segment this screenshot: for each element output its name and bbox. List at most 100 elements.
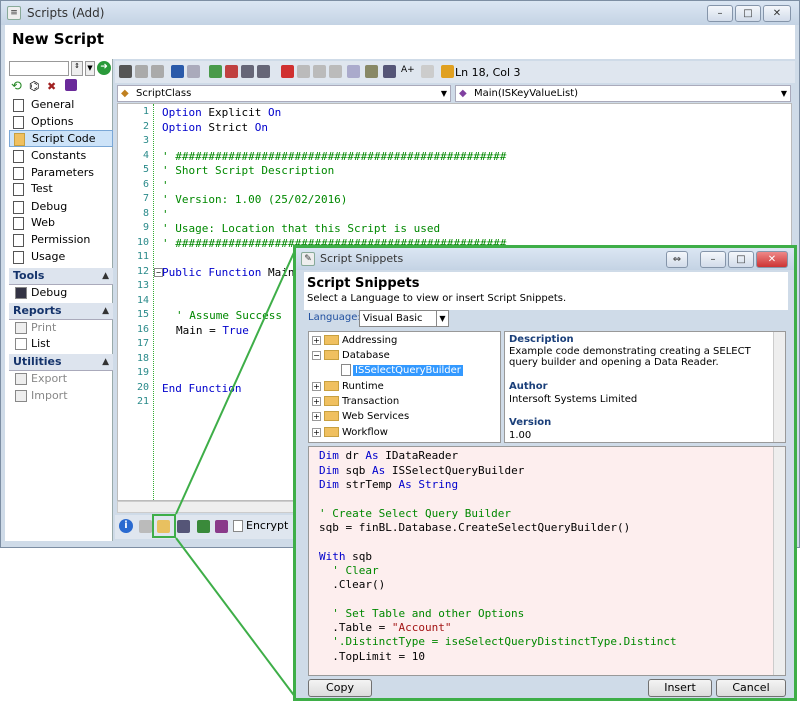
description-header: Description xyxy=(509,334,574,345)
nav-script-code[interactable]: Script Code xyxy=(9,130,113,147)
snippet-code-preview[interactable]: Dim dr As IDataReader Dim sqb As ISSelec… xyxy=(308,446,786,676)
import-code-icon[interactable] xyxy=(197,520,210,533)
encrypt-button[interactable]: Encrypt xyxy=(233,519,288,532)
author-text: Intersoft Systems Limited xyxy=(509,394,638,405)
line-number: 6 xyxy=(142,179,149,190)
utilities-import[interactable]: Import xyxy=(9,388,113,405)
properties-icon[interactable] xyxy=(347,65,360,78)
nav-permission[interactable]: Permission xyxy=(9,232,113,249)
nav-web[interactable]: Web xyxy=(9,215,113,232)
copy-button[interactable]: Copy xyxy=(308,679,372,697)
collapse-icon[interactable]: ▲ xyxy=(102,303,109,319)
reports-header[interactable]: Reports ▲ xyxy=(9,303,113,320)
expand-icon[interactable]: + xyxy=(312,396,321,406)
method-combo[interactable]: ◆ Main(ISKeyValueList) ▼ xyxy=(455,85,791,102)
tree-node-transaction[interactable]: + Transaction xyxy=(312,394,399,409)
description-scrollbar[interactable] xyxy=(773,332,785,442)
close-icon[interactable]: ✕ xyxy=(756,251,788,268)
debug-window-icon xyxy=(15,287,27,299)
language-select[interactable]: Visual Basic ▼ xyxy=(359,310,449,327)
chevron-down-icon[interactable]: ▼ xyxy=(436,311,448,326)
info-icon[interactable]: i xyxy=(119,519,133,533)
collapse-icon[interactable]: ▲ xyxy=(102,268,109,284)
comment-icon[interactable] xyxy=(241,65,254,78)
tools-header[interactable]: Tools ▲ xyxy=(9,268,113,285)
bookmark-next-icon[interactable] xyxy=(313,65,326,78)
outdent-icon[interactable] xyxy=(225,65,238,78)
binoculars-icon[interactable]: ⌬ xyxy=(29,79,39,93)
bookmark-prev-icon[interactable] xyxy=(297,65,310,78)
class-combo[interactable]: ◆ ScriptClass ▼ xyxy=(117,85,451,102)
go-icon[interactable]: ➜ xyxy=(97,61,111,75)
tree-node-web-services[interactable]: + Web Services xyxy=(312,409,409,424)
expand-icon[interactable]: + xyxy=(312,427,321,437)
snippet-tree[interactable]: + Addressing − Database ISSelectQueryBuild… xyxy=(308,331,501,443)
utilities-header[interactable]: Utilities ▲ xyxy=(9,354,113,371)
nav-constants[interactable]: Constants xyxy=(9,148,113,165)
chevron-down-icon[interactable]: ▼ xyxy=(85,61,95,76)
code-line-5: ' Short Script Description xyxy=(162,164,335,177)
utilities-export[interactable]: Export xyxy=(9,371,113,388)
sidebar-search-input[interactable] xyxy=(9,61,69,76)
tree-label: Runtime xyxy=(342,381,384,392)
undo-icon[interactable] xyxy=(171,65,184,78)
nav-general[interactable]: General xyxy=(9,97,113,114)
code-line-1: Option Explicit On xyxy=(162,106,282,119)
cancel-button[interactable]: Cancel xyxy=(716,679,786,697)
expand-icon[interactable]: + xyxy=(312,411,321,421)
maximize-icon[interactable]: □ xyxy=(728,251,754,268)
collapse-icon[interactable]: ▲ xyxy=(102,354,109,370)
snippets-header: Script Snippets Select a Language to vie… xyxy=(304,272,788,310)
code-preview-scrollbar[interactable] xyxy=(773,447,785,675)
tools-debug-window[interactable]: Debug Window xyxy=(9,285,113,315)
chevron-down-icon[interactable]: ▼ xyxy=(441,86,447,101)
bookmark-clear-icon[interactable] xyxy=(329,65,342,78)
redo-icon[interactable] xyxy=(187,65,200,78)
minimize-icon[interactable]: – xyxy=(707,5,733,22)
nav-usage[interactable]: Usage xyxy=(9,249,113,266)
chevron-down-icon[interactable]: ▼ xyxy=(781,86,787,101)
lightning-icon[interactable] xyxy=(441,65,454,78)
import-icon xyxy=(15,390,27,402)
font-size-icon[interactable]: A+ xyxy=(401,65,415,78)
uncomment-icon[interactable] xyxy=(257,65,270,78)
insert-button[interactable]: Insert xyxy=(648,679,712,697)
line-number: 2 xyxy=(142,121,149,132)
find-next-icon[interactable] xyxy=(135,65,148,78)
nav-test[interactable]: Test xyxy=(9,181,113,198)
nav-parameters[interactable]: Parameters xyxy=(9,165,113,182)
tree-node-workflow[interactable]: + Workflow xyxy=(312,425,388,440)
find-icon[interactable] xyxy=(119,65,132,78)
export-code-icon[interactable] xyxy=(215,520,228,533)
tree-label: ISSelectQueryBuilder xyxy=(353,365,463,376)
collapse-icon[interactable]: − xyxy=(312,350,321,360)
tree-node-database[interactable]: − Database xyxy=(312,348,390,363)
parameters-icon[interactable] xyxy=(383,65,396,78)
tree-node-selected[interactable]: ISSelectQueryBuilder xyxy=(341,363,463,378)
replace-icon[interactable] xyxy=(151,65,164,78)
minimize-icon[interactable]: – xyxy=(700,251,726,268)
nav-options[interactable]: Options xyxy=(9,114,113,131)
globe-icon xyxy=(13,217,24,230)
code-line-16: Main = True xyxy=(176,324,249,337)
maximize-icon[interactable]: □ xyxy=(735,5,761,22)
indent-icon[interactable] xyxy=(209,65,222,78)
nav-debug[interactable]: Debug xyxy=(9,199,113,216)
delete-icon[interactable]: ✖ xyxy=(47,80,56,93)
format-icon[interactable] xyxy=(421,65,434,78)
bookmark-icon[interactable] xyxy=(281,65,294,78)
expand-icon[interactable]: + xyxy=(312,381,321,391)
print-icon xyxy=(15,322,27,334)
spin-icon[interactable]: ⇕ xyxy=(71,61,83,76)
insert-code-icon[interactable] xyxy=(177,520,190,533)
expand-icon[interactable]: + xyxy=(312,335,321,345)
refresh-icon[interactable]: ⟲ xyxy=(11,79,22,94)
tree-node-runtime[interactable]: + Runtime xyxy=(312,379,384,394)
save-icon[interactable] xyxy=(65,79,77,91)
reports-list[interactable]: List xyxy=(9,336,113,353)
reports-print[interactable]: Print xyxy=(9,320,113,337)
tree-node-addressing[interactable]: + Addressing xyxy=(312,333,397,348)
resize-icon[interactable]: ⇔ xyxy=(666,251,688,268)
members-icon[interactable] xyxy=(365,65,378,78)
close-icon[interactable]: ✕ xyxy=(763,5,791,22)
